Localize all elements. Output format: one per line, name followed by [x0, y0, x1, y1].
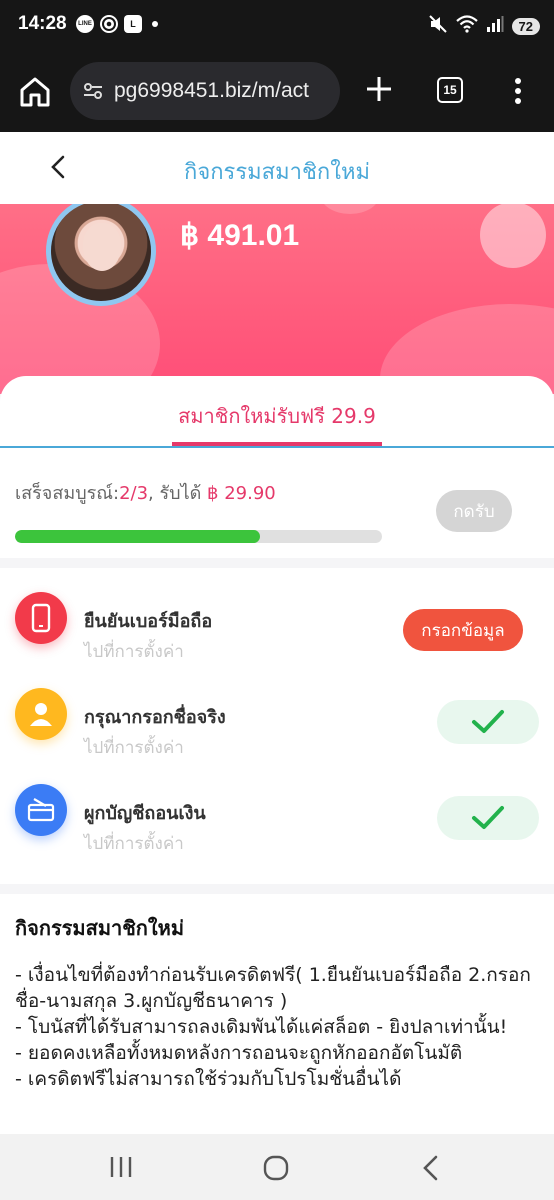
- line-app-icon: LINE: [76, 15, 94, 33]
- avatar: [46, 204, 156, 306]
- dot: [515, 98, 521, 104]
- profile-banner: ฿ 491.01: [0, 204, 554, 394]
- chrome-icon: [100, 15, 118, 33]
- fill-info-button[interactable]: กรอกข้อมูล: [403, 609, 523, 651]
- task-subtitle[interactable]: ไปที่การตั้งค่า: [84, 830, 184, 857]
- page-title: กิจกรรมสมาชิกใหม่: [184, 160, 370, 185]
- task-subtitle[interactable]: ไปที่การตั้งค่า: [84, 638, 184, 665]
- system-nav-bar: [0, 1134, 554, 1200]
- progress-status: เสร็จสมบูรณ์:2/3, รับได้ ฿ 29.90: [15, 478, 276, 507]
- url-text[interactable]: pg6998451.biz/m/act: [114, 79, 309, 103]
- task-item-verify-phone: ยืนยันเบอร์มือถือ ไปที่การตั้งค่า กรอกข้…: [0, 568, 554, 664]
- progress-bar: [15, 530, 382, 543]
- address-bar[interactable]: pg6998451.biz/m/act: [70, 62, 340, 120]
- rule-line: - เงื่อนไขที่ต้องทำก่อนรับเครดิตฟรี( 1.ย…: [15, 964, 531, 1012]
- back-chevron-icon: [423, 1155, 438, 1181]
- home-button[interactable]: [18, 76, 52, 108]
- status-bar: 14:28 LINE L 72: [0, 0, 554, 52]
- balance-amount: ฿ 491.01: [180, 219, 300, 252]
- progress-card: สมาชิกใหม่รับฟรี 29.9 เสร็จสมบูรณ์:2/3, …: [0, 376, 554, 558]
- recent-apps-icon: [110, 1157, 132, 1177]
- status-time: 14:28: [18, 13, 67, 34]
- plus-icon: [367, 77, 391, 101]
- mute-icon: [428, 14, 448, 38]
- progress-middle: , รับได้: [148, 483, 208, 504]
- checkmark-icon: [472, 710, 504, 733]
- progress-count: 2/3: [119, 483, 149, 504]
- tab-divider: [0, 446, 554, 448]
- new-tab-button[interactable]: [364, 74, 394, 106]
- task-done-badge: [437, 700, 539, 744]
- task-item-withdraw-account: ผูกบัญชีถอนเงิน ไปที่การตั้งค่า: [0, 760, 554, 856]
- rules-section: กิจกรรมสมาชิกใหม่ - เงื่อนไขที่ต้องทำก่อ…: [0, 894, 554, 1134]
- task-title: ผูกบัญชีถอนเงิน: [84, 803, 206, 824]
- progress-reward: ฿ 29.90: [207, 483, 276, 504]
- claim-button[interactable]: กดรับ: [436, 490, 512, 532]
- task-title: ยืนยันเบอร์มือถือ: [84, 611, 213, 632]
- progress-prefix: เสร็จสมบูรณ์:: [15, 483, 120, 504]
- wifi-icon: [455, 15, 478, 37]
- task-subtitle[interactable]: ไปที่การตั้งค่า: [84, 734, 184, 761]
- decor-blob: [320, 204, 380, 214]
- signal-icon: [486, 15, 504, 37]
- task-done-badge: [437, 796, 539, 840]
- card-icon: [15, 784, 67, 836]
- page-header: กิจกรรมสมาชิกใหม่: [0, 132, 554, 204]
- rule-line: - โบนัสที่ได้รับสามารถลงเดิมพันได้แค่สล็…: [15, 1016, 508, 1038]
- notification-icons: LINE L: [76, 15, 158, 33]
- l-app-icon: L: [124, 15, 142, 33]
- back-nav-button[interactable]: [420, 1154, 442, 1186]
- dot: [515, 78, 521, 84]
- phone-icon: [15, 592, 67, 644]
- recent-apps-button[interactable]: [108, 1155, 134, 1183]
- task-list: ยืนยันเบอร์มือถือ ไปที่การตั้งค่า กรอกข้…: [0, 568, 554, 884]
- rule-line: - เครดิตฟรีไม่สามารถใช้ร่วมกับโปรโมชั่นอ…: [15, 1068, 402, 1090]
- task-item-real-name: กรุณากรอกชื่อจริง ไปที่การตั้งค่า: [0, 664, 554, 760]
- home-nav-button[interactable]: [262, 1154, 290, 1186]
- site-settings-icon[interactable]: [82, 80, 104, 102]
- rules-title: กิจกรรมสมาชิกใหม่: [15, 916, 185, 940]
- checkmark-icon: [472, 806, 504, 829]
- tab-new-member-free[interactable]: สมาชิกใหม่รับฟรี 29.9: [0, 400, 554, 432]
- battery-indicator: 72: [511, 17, 540, 35]
- dot: [515, 88, 521, 94]
- progress-fill: [15, 530, 260, 543]
- more-notifications-dot: [152, 21, 158, 27]
- decor-bubble: [480, 204, 546, 268]
- user-icon: [15, 688, 67, 740]
- tab-switcher-button[interactable]: 15: [437, 77, 463, 103]
- rules-body: - เงื่อนไขที่ต้องทำก่อนรับเครดิตฟรี( 1.ย…: [15, 962, 537, 1092]
- browser-toolbar: pg6998451.biz/m/act 15: [0, 52, 554, 132]
- home-icon: [20, 77, 50, 107]
- more-menu-button[interactable]: [510, 76, 526, 106]
- rule-line: - ยอดคงเหลือทั้งหมดหลังการถอนจะถูกหักออก…: [15, 1042, 463, 1064]
- home-circle-icon: [263, 1155, 289, 1181]
- task-title: กรุณากรอกชื่อจริง: [84, 707, 226, 728]
